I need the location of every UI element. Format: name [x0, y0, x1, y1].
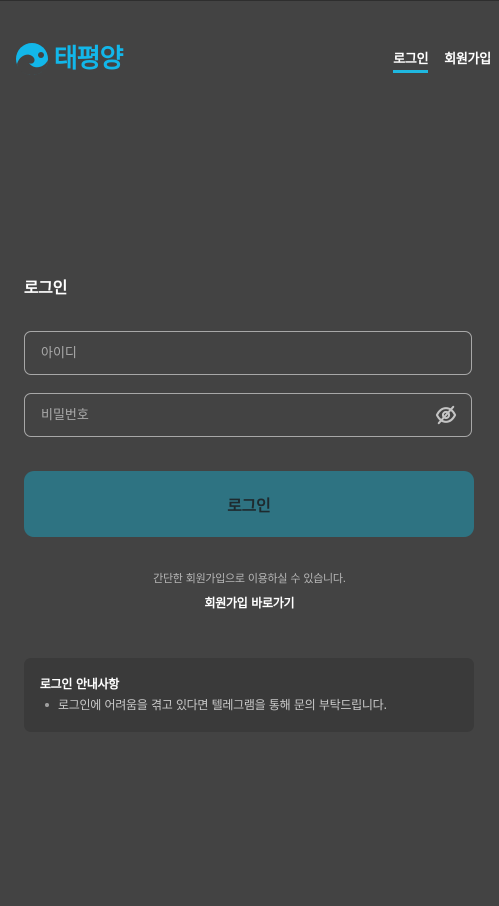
top-nav: 로그인 회원가입: [393, 48, 491, 73]
nav-login-link[interactable]: 로그인: [393, 48, 429, 73]
login-button[interactable]: 로그인: [24, 471, 474, 537]
wave-logo-icon: [16, 43, 48, 75]
password-input[interactable]: [25, 394, 471, 436]
eye-off-icon[interactable]: [435, 405, 457, 425]
notice-title: 로그인 안내사항: [40, 677, 120, 691]
nav-signup-link[interactable]: 회원가입: [444, 48, 491, 73]
password-field: [24, 393, 472, 437]
signup-link[interactable]: 회원가입 바로가기: [205, 596, 295, 610]
logo[interactable]: 태평양: [14, 41, 124, 77]
page-title: 로그인: [24, 278, 68, 297]
login-notice: 로그인 안내사항 로그인에 어려움을 겪고 있다면 텔레그램을 통해 문의 부탁…: [24, 658, 474, 732]
id-input[interactable]: [25, 332, 471, 374]
header: 태평양 로그인 회원가입: [0, 1, 499, 81]
signup-hint: 간단한 회원가입으로 이용하실 수 있습니다.: [153, 572, 346, 585]
notice-list: 로그인에 어려움을 겪고 있다면 텔레그램을 통해 문의 부탁드립니다.: [40, 696, 458, 713]
signup-link-wrap: 회원가입 바로가기: [0, 594, 499, 611]
id-field: [24, 331, 472, 375]
notice-item: 로그인에 어려움을 겪고 있다면 텔레그램을 통해 문의 부탁드립니다.: [40, 696, 458, 713]
logo-text: 태평양: [54, 44, 124, 74]
